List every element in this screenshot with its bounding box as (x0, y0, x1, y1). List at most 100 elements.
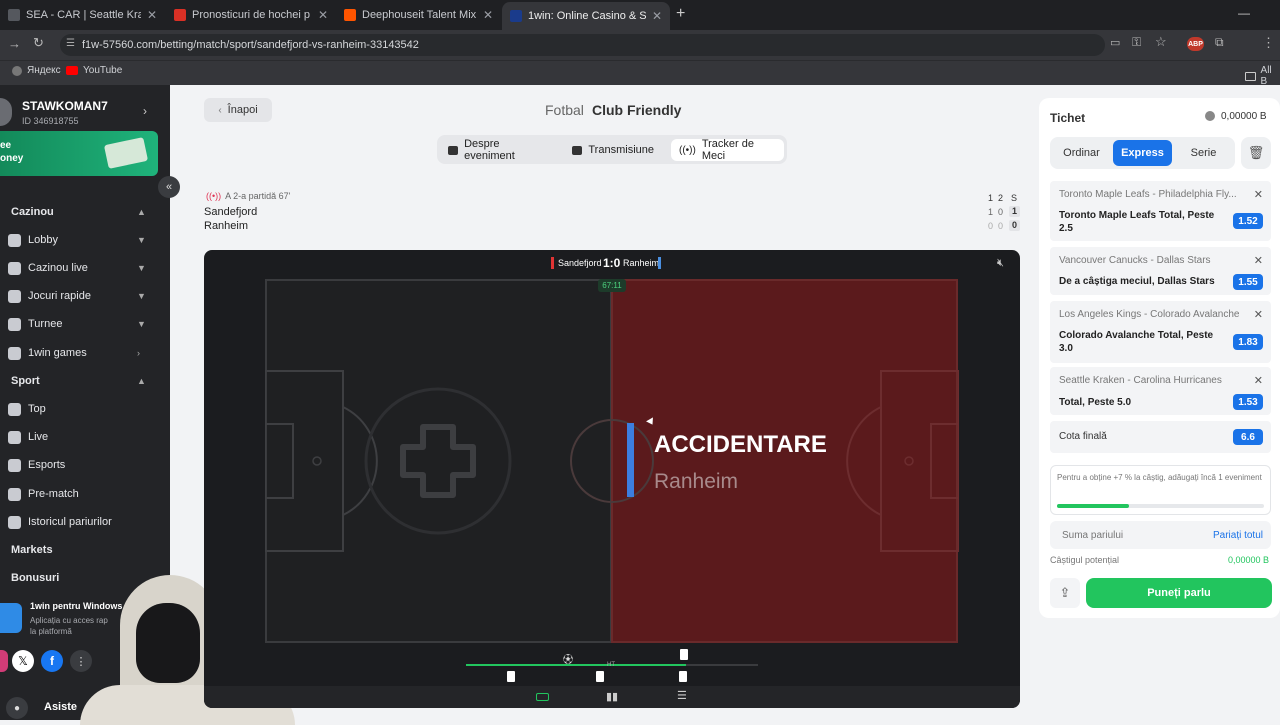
url-bar[interactable]: ☰ f1w-57560.com/betting/match/sport/sand… (60, 34, 1105, 56)
close-tab-icon[interactable]: ✕ (318, 8, 328, 22)
browser-tab[interactable]: Pronosticuri de hochei pentru S ✕ (166, 4, 336, 26)
folder-icon (1245, 71, 1256, 81)
bet-item[interactable]: Toronto Maple Leafs - Philadelphia Fly..… (1050, 181, 1271, 241)
chevron-down-icon: ▼ (137, 291, 146, 301)
tracker-home-team: Sandefjord (558, 258, 602, 268)
trash-icon[interactable]: 🗑︎ (1241, 137, 1271, 169)
close-tab-icon[interactable]: ✕ (147, 8, 157, 22)
minimize-icon[interactable]: — (1238, 6, 1250, 20)
tab-about-event[interactable]: Despre eveniment (440, 138, 554, 162)
tab-stream[interactable]: Transmisiune (564, 139, 662, 161)
all-bookmarks[interactable]: All B (1245, 65, 1280, 87)
sport-name: Fotbal (545, 102, 584, 118)
score-header: 1 (988, 193, 994, 203)
remove-bet-icon[interactable]: ✕ (1254, 374, 1263, 387)
chevron-right-icon[interactable]: › (143, 104, 147, 118)
forward-icon[interactable]: → (8, 36, 21, 51)
corner-icon (679, 671, 687, 682)
menu-icon[interactable]: ⋮ (1262, 35, 1275, 51)
sidebar-item-lobby[interactable]: Lobby ▼ (0, 226, 170, 254)
bonus-progress-fill (1057, 504, 1130, 508)
close-tab-icon[interactable]: ✕ (652, 9, 662, 23)
odd-badge: 1.83 (1233, 334, 1263, 350)
remove-bet-icon[interactable]: ✕ (1254, 254, 1263, 267)
tab-favicon-icon (510, 10, 522, 22)
browser-tab[interactable]: SEA - CAR | Seattle Kraken v Ca ✕ (0, 4, 165, 26)
sidebar-item-top[interactable]: Top (0, 395, 170, 423)
bet-item[interactable]: Los Angeles Kings - Colorado Avalanche C… (1050, 301, 1271, 363)
stats-icon[interactable]: ▮▮ (606, 690, 618, 703)
promo-banner[interactable]: ee oney (0, 131, 158, 176)
place-bet-button[interactable]: Puneți parlu (1086, 578, 1272, 608)
tab-favicon-icon (8, 9, 20, 21)
bet-all-button[interactable]: Pariați totul (1213, 530, 1263, 541)
sidebar-item-live[interactable]: Live (0, 423, 170, 451)
cast-icon[interactable]: ▭ (1110, 36, 1120, 49)
field-view-icon[interactable] (536, 693, 549, 701)
sidebar-item-istoricul-pariurilor[interactable]: Istoricul pariurilor (0, 508, 170, 536)
sidebar-item-jocuri-rapide[interactable]: Jocuri rapide ▼ (0, 282, 170, 310)
lobby-icon (8, 233, 21, 247)
tab-favicon-icon (344, 9, 356, 21)
bookmark-youtube[interactable]: YouTube (66, 65, 122, 76)
x-twitter-icon[interactable]: 𝕏 (12, 650, 34, 672)
mode-express[interactable]: Express (1113, 140, 1172, 166)
odd-badge: 1.52 (1233, 213, 1263, 229)
halftime-marker: HT (607, 662, 615, 668)
chat-icon[interactable]: ● (6, 697, 28, 719)
share-icon[interactable]: ⇪ (1050, 578, 1080, 608)
final-odd-row: Cota finală 6.6 (1050, 421, 1271, 453)
bonus-progress-track (1057, 504, 1264, 508)
sidebar-item-esports[interactable]: Esports (0, 451, 170, 479)
mode-system[interactable]: Serie (1176, 140, 1231, 166)
bonus-box: Pentru a obține +7 % la câștig, adăugați… (1050, 465, 1271, 515)
live-status: ((•)) A 2-a partidă 67' (206, 191, 291, 201)
money-icon (103, 137, 149, 169)
stake-input[interactable]: Suma pariului Pariați totul (1050, 521, 1271, 549)
site-info-icon[interactable]: ☰ (66, 38, 75, 49)
sidebar-item-markets[interactable]: Markets (0, 536, 170, 564)
tracker-away-team: Ranheim (623, 258, 660, 268)
back-button[interactable]: ‹ Înapoi (204, 98, 272, 122)
browser-tab[interactable]: Deephouseit Talent Mix - d ✕ (336, 4, 501, 26)
username: STAWKOMAN7 (22, 99, 108, 113)
extensions-icon[interactable]: ⧉ (1215, 35, 1224, 50)
close-tab-icon[interactable]: ✕ (483, 8, 493, 22)
remove-bet-icon[interactable]: ✕ (1254, 308, 1263, 321)
new-tab-icon[interactable]: + (676, 5, 685, 23)
sidebar-item-cazinou-live[interactable]: Cazinou live ▼ (0, 254, 170, 282)
facebook-icon[interactable]: f (41, 650, 63, 672)
bookmark-yandex[interactable]: Яндекс (12, 65, 61, 76)
grid-icon (12, 65, 22, 76)
support-button[interactable]: Asiste (44, 701, 77, 713)
balance: 0,00000 B (1221, 111, 1267, 122)
browser-tab-active[interactable]: 1win: Online Casino & Sport Be ✕ (502, 2, 670, 30)
adblock-extension-icon[interactable]: ABP (1187, 37, 1204, 51)
away-flag-icon (658, 257, 661, 269)
tab-match-tracker[interactable]: ((•)) Tracker de Meci (671, 138, 784, 162)
collapse-sidebar-button[interactable]: « (158, 176, 180, 198)
home-team-name: Sandefjord (204, 206, 258, 218)
reload-icon[interactable]: ↻ (33, 35, 44, 51)
sidebar-item-cazinou[interactable]: Cazinou ▲ (0, 198, 170, 226)
bookmark-star-icon[interactable]: ☆ (1155, 34, 1167, 50)
bet-item[interactable]: Vancouver Canucks - Dallas Stars De a câ… (1050, 247, 1271, 295)
sidebar-item-turnee[interactable]: Turnee ▼ (0, 310, 170, 338)
chevron-down-icon: ▼ (137, 263, 146, 273)
fast-games-icon (8, 289, 21, 303)
instagram-icon[interactable] (0, 650, 8, 672)
bet-item[interactable]: Seattle Kraken - Carolina Hurricanes Tot… (1050, 367, 1271, 415)
key-icon[interactable]: ⚿ (1132, 35, 1141, 50)
mute-icon[interactable]: 🔇︎ (997, 257, 1004, 270)
sidebar-item-pre-match[interactable]: Pre-match (0, 480, 170, 508)
chevron-up-icon: ▲ (137, 207, 146, 217)
mode-single[interactable]: Ordinar (1054, 140, 1109, 166)
sidebar-item-sport[interactable]: Sport ▲ (0, 367, 170, 395)
broadcast-icon: ((•)) (679, 144, 696, 156)
sidebar-item-1win-games[interactable]: 1win games › (0, 339, 170, 367)
event-title: ACCIDENTARE (654, 431, 827, 458)
1win-games-icon (8, 346, 21, 360)
remove-bet-icon[interactable]: ✕ (1254, 188, 1263, 201)
list-icon[interactable]: ☰ (677, 689, 687, 702)
score-cell: 0 (988, 221, 994, 231)
